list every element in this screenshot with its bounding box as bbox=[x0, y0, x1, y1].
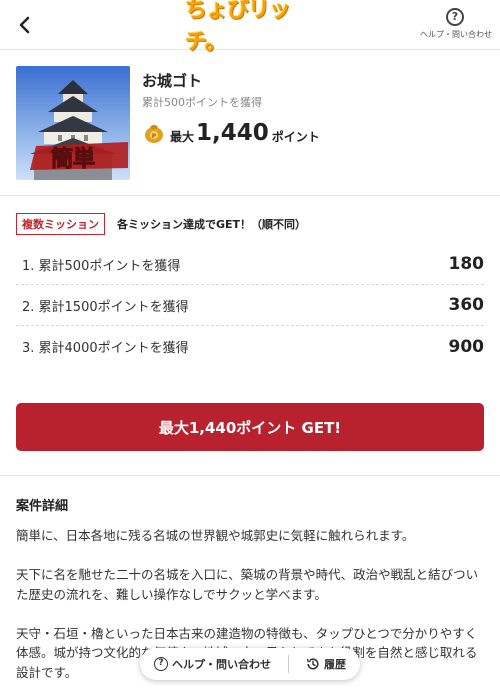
mission-label: 1. 累計500ポイントを獲得 bbox=[22, 258, 181, 274]
mission-label: 3. 累計4000ポイントを獲得 bbox=[22, 341, 189, 356]
site-logo[interactable]: ちょびリッチ。 bbox=[185, 0, 315, 55]
app-header: ちょびリッチ。 ? ヘルプ・問い合わせ bbox=[0, 0, 500, 55]
help-label: ヘルプ・問い合わせ bbox=[420, 30, 492, 39]
mission-tag: 複数ミッション bbox=[16, 213, 105, 235]
difficulty-badge-text: 簡単 bbox=[51, 146, 95, 172]
max-points: P 最大 1,440 ポイント bbox=[142, 120, 320, 146]
floating-divider bbox=[288, 655, 289, 673]
details-paragraph: 天下に名を馳せた二十の名城を入口に、築城の背景や時代、政治や戦乱と結びついた歴史… bbox=[16, 567, 479, 602]
history-clock-icon bbox=[306, 657, 320, 671]
mission-header: 複数ミッション 各ミッション達成でGET！（順不同） bbox=[16, 213, 306, 235]
history-label: 履歴 bbox=[324, 658, 346, 671]
floating-help-button[interactable]: ? ヘルプ・問い合わせ bbox=[154, 656, 271, 672]
mission-note: 各ミッション達成でGET！（順不同） bbox=[117, 218, 307, 231]
points-prefix: 最大 bbox=[170, 129, 195, 144]
mission-points: 360 bbox=[448, 295, 485, 315]
svg-text:P: P bbox=[152, 133, 157, 140]
details-paragraph: 簡単に、日本各地に残る名城の世界観や城郭史に気軽に触れられます。 bbox=[16, 528, 415, 543]
mission-item: 2. 累計1500ポイントを獲得 360 bbox=[16, 285, 484, 326]
mission-points: 900 bbox=[448, 336, 485, 357]
coin-icon: P bbox=[142, 121, 166, 145]
help-circle-icon: ? bbox=[446, 8, 464, 26]
mission-label: 2. 累計1500ポイントを獲得 bbox=[22, 299, 189, 315]
help-circle-icon: ? bbox=[154, 657, 168, 671]
offer-summary: 簡単 お城ゴト 累計500ポイントを獲得 P 最大 1,440 ポイント bbox=[0, 50, 500, 196]
points-unit: ポイント bbox=[271, 129, 320, 144]
mission-item: 3. 累計4000ポイントを獲得 900 bbox=[16, 326, 484, 367]
help-button[interactable]: ? ヘルプ・問い合わせ bbox=[420, 8, 492, 40]
back-chevron-icon[interactable] bbox=[14, 12, 38, 38]
mission-list: 1. 累計500ポイントを獲得 180 2. 累計1500ポイントを獲得 360… bbox=[16, 244, 484, 367]
history-button[interactable]: 履歴 bbox=[306, 656, 346, 672]
logo-text: ちょびリッチ。 bbox=[185, 0, 291, 55]
offer-title: お城ゴト bbox=[142, 72, 203, 90]
floating-help-label: ヘルプ・問い合わせ bbox=[172, 658, 271, 671]
offer-thumbnail: 簡単 bbox=[16, 66, 130, 180]
mission-item: 1. 累計500ポイントを獲得 180 bbox=[16, 244, 484, 285]
points-value: 1,440 bbox=[196, 120, 269, 146]
offer-subtitle: 累計500ポイントを獲得 bbox=[142, 96, 262, 109]
get-points-button[interactable]: 最大1,440ポイント GET! bbox=[16, 403, 484, 451]
mission-points: 180 bbox=[448, 254, 485, 274]
section-divider bbox=[0, 475, 500, 476]
details-title: 案件詳細 bbox=[16, 499, 69, 514]
floating-action-bar: ? ヘルプ・問い合わせ 履歴 bbox=[140, 648, 360, 680]
